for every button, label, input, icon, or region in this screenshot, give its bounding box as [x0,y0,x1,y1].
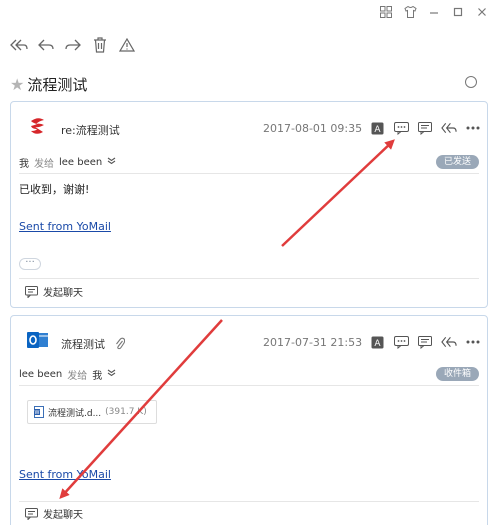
window-controls [379,5,489,19]
reply-icon[interactable] [37,36,55,54]
close-icon[interactable] [475,5,489,19]
attachment-name: 流程测试.d... [48,408,102,419]
message-card-1: re:流程测试 2017-08-01 09:35 A 我 发给 lee been [10,101,488,308]
translate-icon[interactable]: A [369,120,385,136]
show-quoted-button[interactable]: ··· [19,258,41,270]
reply-all-icon[interactable] [10,36,28,54]
start-chat-button[interactable]: 发起聊天 [25,284,83,299]
star-icon[interactable]: ★ [10,75,24,94]
comment-icon[interactable] [417,120,433,136]
attachment-size: (391.7 K) [105,407,147,417]
reply-all-icon[interactable] [441,334,457,350]
message-date: 2017-08-01 09:35 [263,122,363,135]
paperclip-icon [115,335,126,354]
message-card-2: 流程测试 2017-07-31 21:53 A lee been 发给 我 收件… [10,315,488,525]
chat-icon [25,507,38,520]
more-icon[interactable] [465,120,481,136]
message-date: 2017-07-31 21:53 [263,336,363,349]
recipient-name: 我 [92,370,103,382]
attachment-chip[interactable]: W 流程测试.d... (391.7 K) [27,400,157,424]
chevron-down-icon[interactable] [107,157,116,168]
start-chat-button[interactable]: 发起聊天 [25,506,83,521]
forward-icon[interactable] [64,36,82,54]
chat-bubble-icon[interactable] [393,120,409,136]
start-chat-label: 发起聊天 [43,510,83,521]
reply-all-icon[interactable] [441,120,457,136]
message-header: 流程测试 2017-07-31 21:53 A [11,316,487,364]
message-toolbar [10,36,136,54]
avatar [25,113,51,139]
status-badge: 已发送 [435,155,479,169]
recipient-row: 我 发给 lee been 已发送 [19,153,479,171]
sent-to-label: 发给 [34,158,54,170]
svg-text:A: A [374,339,381,349]
translate-icon[interactable]: A [369,334,385,350]
shirt-icon[interactable] [403,5,417,19]
recipient-name: lee been [59,156,103,168]
chevron-down-icon[interactable] [107,369,116,380]
message-subject: re:流程测试 [61,124,120,137]
message-body: 已收到，谢谢! [19,183,90,196]
chat-icon [25,285,38,298]
circle-icon[interactable] [465,76,477,88]
message-subject: 流程测试 [61,338,105,351]
avatar [25,327,51,353]
word-file-icon: W [34,406,44,418]
divider [19,501,479,502]
signature-link[interactable]: Sent from YoMail [19,220,111,233]
thread-subject-row: ★ 流程测试 [10,73,487,95]
recipient-row: lee been 发给 我 收件箱 [19,365,479,383]
warning-icon[interactable] [118,36,136,54]
divider [19,385,479,386]
signature-link[interactable]: Sent from YoMail [19,468,111,481]
divider [19,173,479,174]
grid-icon[interactable] [379,5,393,19]
yomail-logo-icon [31,118,44,134]
more-icon[interactable] [465,334,481,350]
chat-bubble-icon[interactable] [393,334,409,350]
sender-name: 我 [19,158,29,170]
maximize-icon[interactable] [451,5,465,19]
outlook-logo-icon [27,332,48,348]
message-header: re:流程测试 2017-08-01 09:35 A [11,102,487,150]
start-chat-label: 发起聊天 [43,288,83,299]
svg-text:A: A [374,125,381,135]
folder-badge: 收件箱 [435,367,479,381]
comment-icon[interactable] [417,334,433,350]
trash-icon[interactable] [91,36,109,54]
thread-subject: 流程测试 [27,75,88,94]
divider [19,278,479,279]
sender-name: lee been [19,368,63,380]
svg-text:W: W [35,410,40,416]
sent-to-label: 发给 [67,370,88,382]
minimize-icon[interactable] [427,5,441,19]
